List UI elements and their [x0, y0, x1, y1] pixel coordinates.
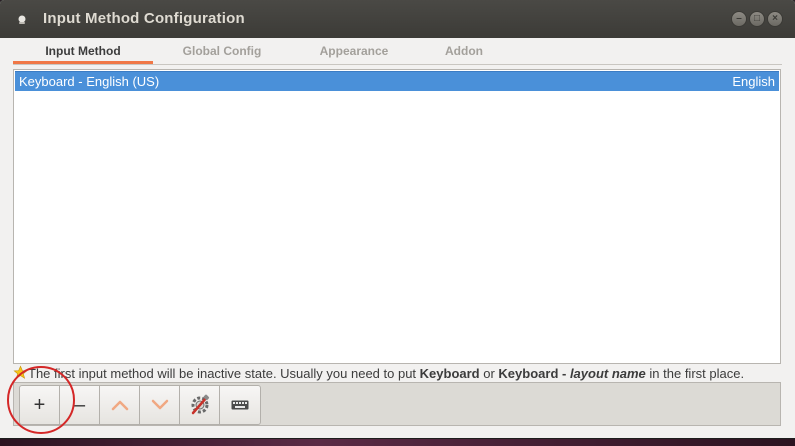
hint-message: The first input method will be inactive … — [13, 364, 783, 382]
minus-icon: – — [73, 394, 86, 416]
toolbar-button-group: + – — [19, 385, 261, 425]
close-icon: × — [772, 13, 778, 24]
plus-icon: + — [33, 394, 46, 416]
move-up-button[interactable] — [100, 386, 140, 424]
list-item[interactable]: Keyboard - English (US) English — [15, 71, 779, 91]
keyboard-icon — [231, 400, 249, 410]
maximize-button[interactable]: □ — [749, 11, 765, 27]
chevron-down-icon — [151, 399, 168, 410]
star-icon — [13, 365, 28, 379]
desktop-background — [0, 438, 795, 446]
input-method-name: Keyboard - English (US) — [19, 74, 160, 89]
toolbar: + – — [13, 382, 781, 426]
keyboard-layout-button[interactable] — [220, 386, 260, 424]
window-title: Input Method Configuration — [43, 10, 245, 27]
input-method-language: English — [732, 74, 775, 89]
close-button[interactable]: × — [767, 11, 783, 27]
hint-part: or — [479, 366, 499, 381]
hint-part: The first input method will be inactive … — [28, 366, 420, 381]
configure-button[interactable] — [180, 386, 220, 424]
add-input-method-button[interactable]: + — [20, 386, 60, 424]
configure-icon — [191, 394, 209, 415]
tab-global-config[interactable]: Global Config — [153, 38, 291, 64]
hint-keyword: Keyboard - — [498, 366, 570, 381]
app-icon — [18, 15, 26, 24]
move-down-button[interactable] — [140, 386, 180, 424]
titlebar[interactable]: Input Method Configuration – □ × — [0, 0, 795, 38]
input-method-config-window: Input Method Configuration – □ × Input M… — [0, 0, 795, 438]
window-controls: – □ × — [731, 11, 783, 27]
minimize-button[interactable]: – — [731, 11, 747, 27]
input-method-list[interactable]: Keyboard - English (US) English — [13, 69, 781, 364]
remove-input-method-button[interactable]: – — [60, 386, 100, 424]
tab-appearance[interactable]: Appearance — [291, 38, 417, 64]
minimize-icon: – — [736, 13, 742, 24]
tab-label: Addon — [445, 44, 483, 58]
tab-bar: Input Method Global Config Appearance Ad… — [13, 38, 782, 65]
hint-layout-name: layout name — [569, 366, 646, 381]
tab-label: Global Config — [182, 44, 262, 58]
hint-keyword: Keyboard — [419, 366, 480, 381]
tab-addon[interactable]: Addon — [417, 38, 511, 64]
tab-label: Input Method — [45, 44, 121, 58]
tab-label: Appearance — [319, 44, 389, 58]
chevron-up-icon — [111, 400, 128, 411]
hint-text: The first input method will be inactive … — [28, 366, 744, 381]
tab-input-method[interactable]: Input Method — [13, 38, 153, 64]
hint-part: in the first place. — [645, 366, 745, 381]
maximize-icon: □ — [753, 13, 761, 24]
